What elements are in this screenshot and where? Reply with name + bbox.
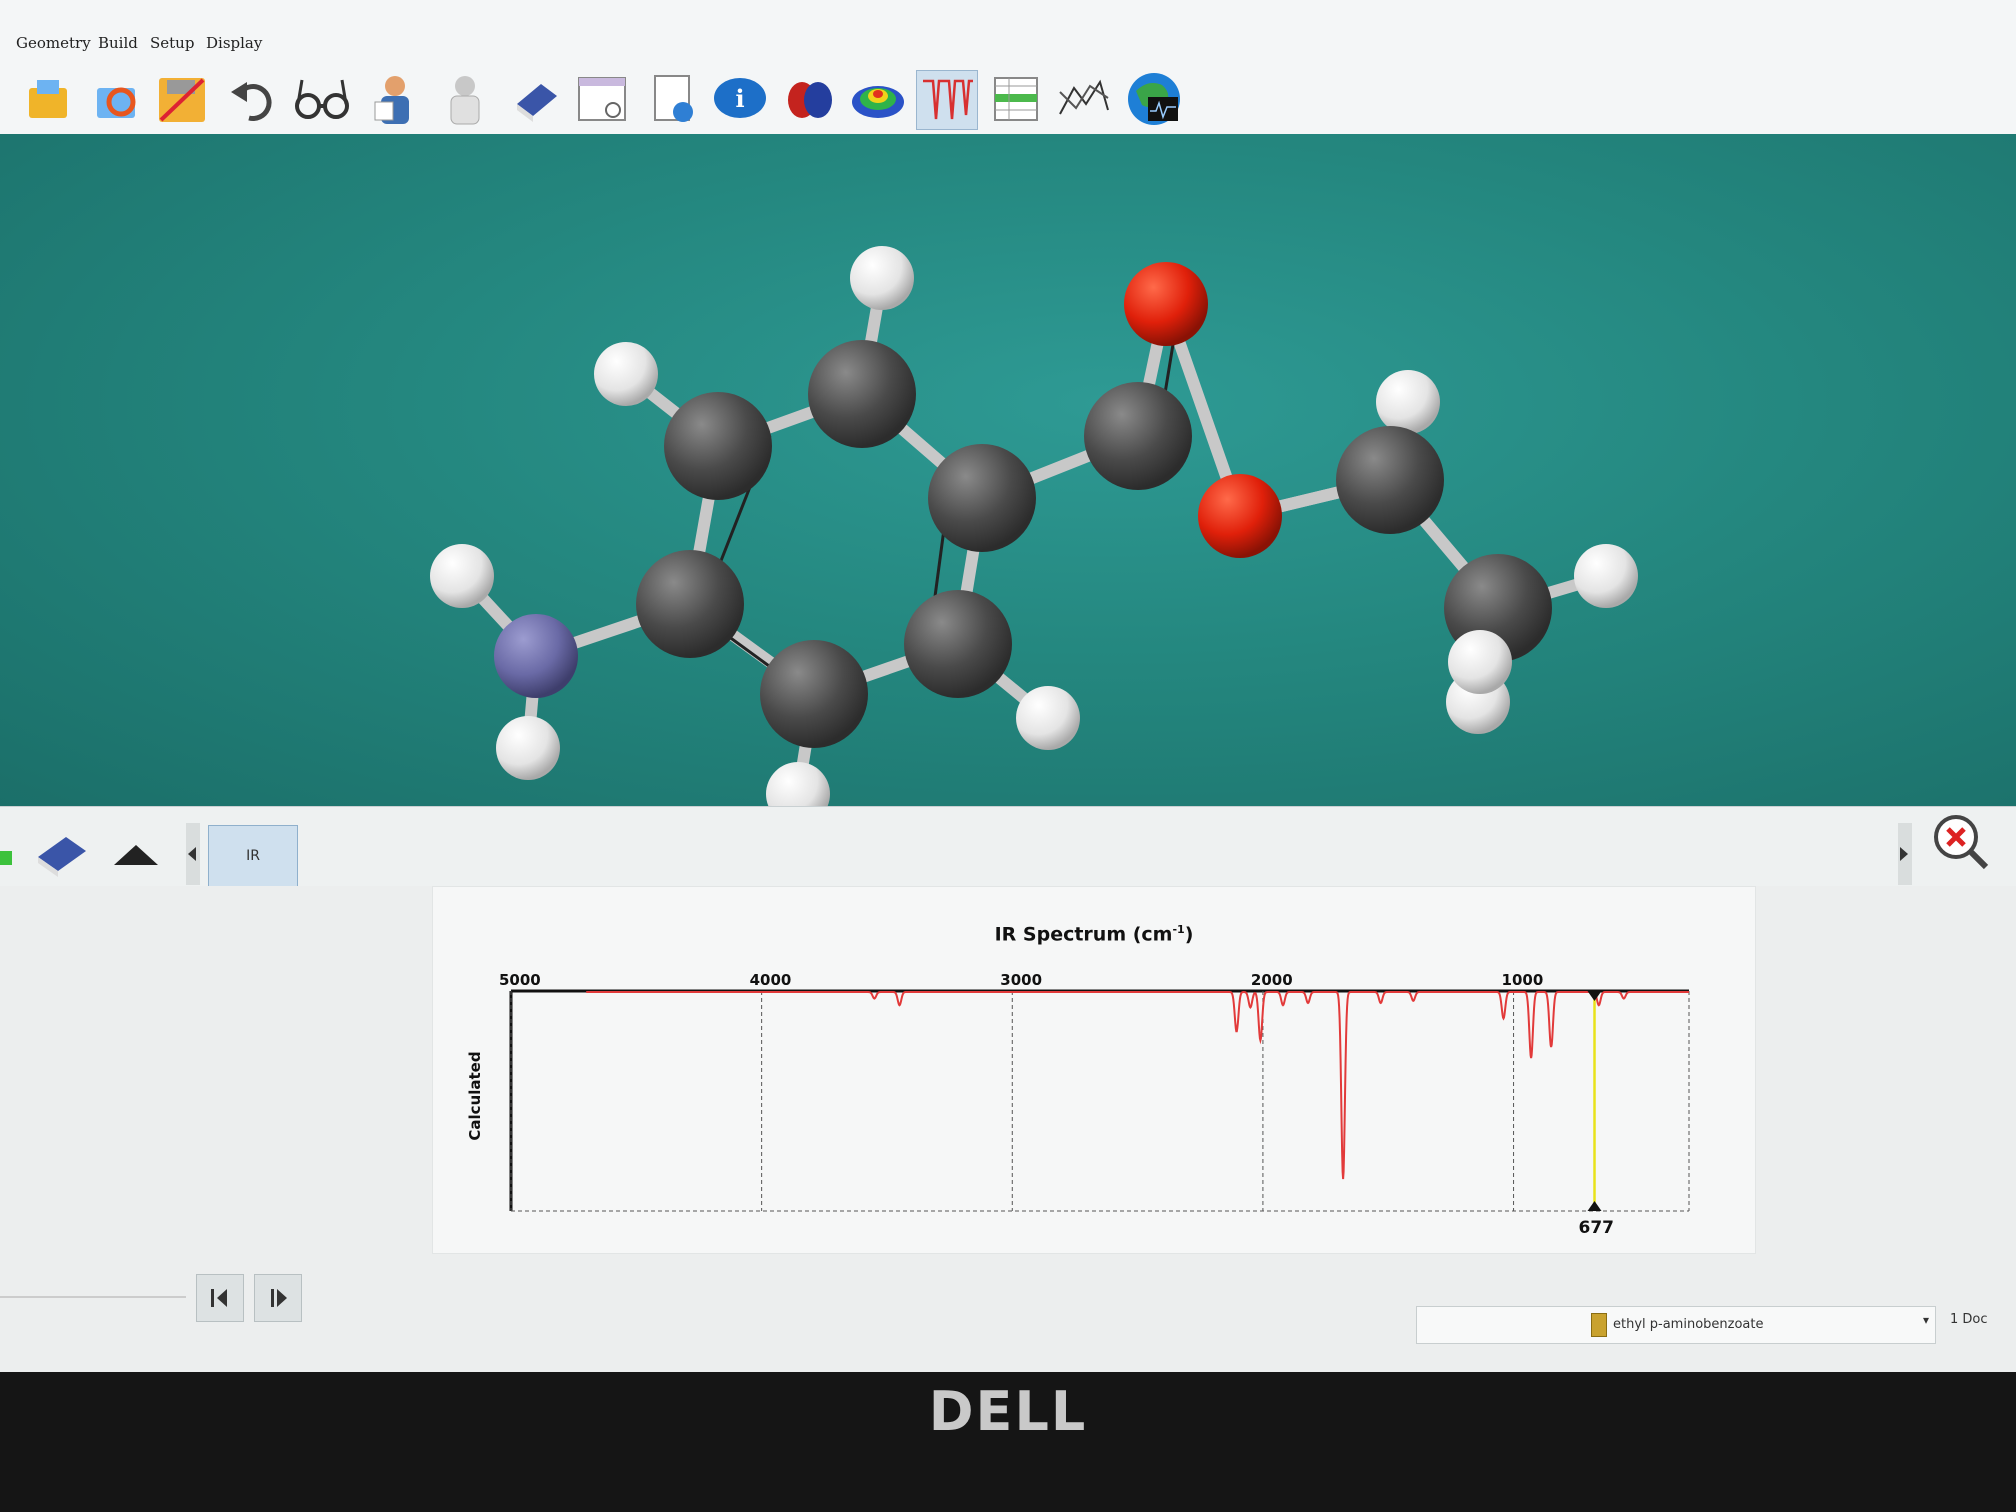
ir-spectrum-icon[interactable] <box>916 70 978 130</box>
orbitals-icon[interactable] <box>780 70 840 128</box>
tick-label: 4000 <box>750 971 792 989</box>
hydrogen-atom[interactable] <box>1574 544 1638 608</box>
chevron-down-icon[interactable]: ▾ <box>1923 1313 1929 1327</box>
document-name: ethyl p-aminobenzoate <box>1613 1317 1764 1332</box>
previous-frame-button[interactable] <box>196 1274 244 1322</box>
carbon-atom[interactable] <box>928 444 1036 552</box>
carbon-atom[interactable] <box>1084 382 1192 490</box>
tick-label: 2000 <box>1251 971 1293 989</box>
scroll-left-icon[interactable] <box>186 823 200 885</box>
zoom-close-icon[interactable] <box>1930 811 1990 875</box>
carbon-atom[interactable] <box>664 392 772 500</box>
frame-slider[interactable] <box>0 1296 186 1298</box>
tab-ir[interactable]: IR <box>208 825 298 887</box>
hydrogen-atom[interactable] <box>1016 686 1080 750</box>
calculations-icon[interactable] <box>364 70 424 128</box>
hydrogen-atom[interactable] <box>1376 370 1440 434</box>
hydrogen-atom[interactable] <box>496 716 560 780</box>
svg-text:i: i <box>735 84 744 113</box>
nitrogen-atom[interactable] <box>494 614 578 698</box>
undo-icon[interactable] <box>222 70 282 128</box>
glasses-icon[interactable] <box>292 70 352 128</box>
collapse-panel-icon[interactable] <box>112 843 160 871</box>
eraser-icon[interactable] <box>34 829 90 883</box>
potential-map-icon[interactable] <box>848 70 908 128</box>
scroll-right-icon[interactable] <box>1898 823 1912 885</box>
hydrogen-atom[interactable] <box>594 342 658 406</box>
spectrum-panel: IR Spectrum (cm-1) Calculated 5000 4000 30… <box>0 886 2016 1372</box>
menu-setup[interactable]: Setup <box>150 34 194 52</box>
carbon-atom[interactable] <box>904 590 1012 698</box>
save-icon[interactable] <box>152 70 212 128</box>
cursor-top-marker <box>1587 991 1602 1001</box>
carbon-atom[interactable] <box>636 550 744 658</box>
document-info-icon[interactable] <box>642 70 702 128</box>
spreadsheet-icon[interactable] <box>986 70 1046 128</box>
status-indicator <box>0 851 12 865</box>
window-icon[interactable] <box>572 70 632 128</box>
next-frame-button[interactable] <box>254 1274 302 1322</box>
spectrum-line <box>586 991 1689 1180</box>
database-icon[interactable] <box>1124 70 1184 128</box>
menu-bar: Geometry Build Setup Display <box>0 0 2016 62</box>
cursor-bottom-marker <box>1587 1201 1602 1211</box>
plot-icon[interactable] <box>1054 70 1114 128</box>
menu-build[interactable]: Build <box>98 34 138 52</box>
hydrogen-atom[interactable] <box>850 246 914 310</box>
plot-area[interactable]: 5000 4000 3000 2000 1000 677 <box>433 887 1755 1253</box>
molecule-model[interactable] <box>0 134 2016 826</box>
recent-files-icon[interactable] <box>86 70 146 128</box>
menu-geometry[interactable]: Geometry <box>16 34 91 52</box>
application-window: Geometry Build Setup Display i IR IR Spe… <box>0 0 2016 1372</box>
toolbar: i <box>0 62 2016 135</box>
eraser-icon[interactable] <box>506 70 566 128</box>
carbon-atom[interactable] <box>1336 426 1444 534</box>
open-file-icon[interactable] <box>18 70 78 128</box>
document-icon <box>1591 1313 1607 1337</box>
menu-display[interactable]: Display <box>206 34 262 52</box>
guess-icon[interactable] <box>434 70 494 128</box>
carbon-atom[interactable] <box>808 340 916 448</box>
cursor-label: 677 <box>1579 1218 1615 1238</box>
tick-label: 5000 <box>499 971 541 989</box>
hydrogen-atom[interactable] <box>766 762 830 826</box>
oxygen-atom[interactable] <box>1198 474 1282 558</box>
oxygen-atom[interactable] <box>1124 262 1208 346</box>
info-icon[interactable]: i <box>710 70 770 128</box>
document-selector[interactable]: ethyl p-aminobenzoate ▾ <box>1416 1306 1936 1344</box>
hydrogen-atom[interactable] <box>1448 630 1512 694</box>
monitor-brand-logo: DELL <box>928 1380 1088 1443</box>
ir-spectrum-chart[interactable]: IR Spectrum (cm-1) Calculated 5000 4000 30… <box>432 886 1756 1254</box>
carbon-atom[interactable] <box>760 640 868 748</box>
hydrogen-atom[interactable] <box>430 544 494 608</box>
tick-label: 1000 <box>1502 971 1544 989</box>
molecule-viewport[interactable] <box>0 134 2016 826</box>
document-count: 1 Doc <box>1950 1312 1988 1327</box>
spectra-tab-strip: IR <box>0 806 2016 888</box>
tick-label: 3000 <box>1000 971 1042 989</box>
